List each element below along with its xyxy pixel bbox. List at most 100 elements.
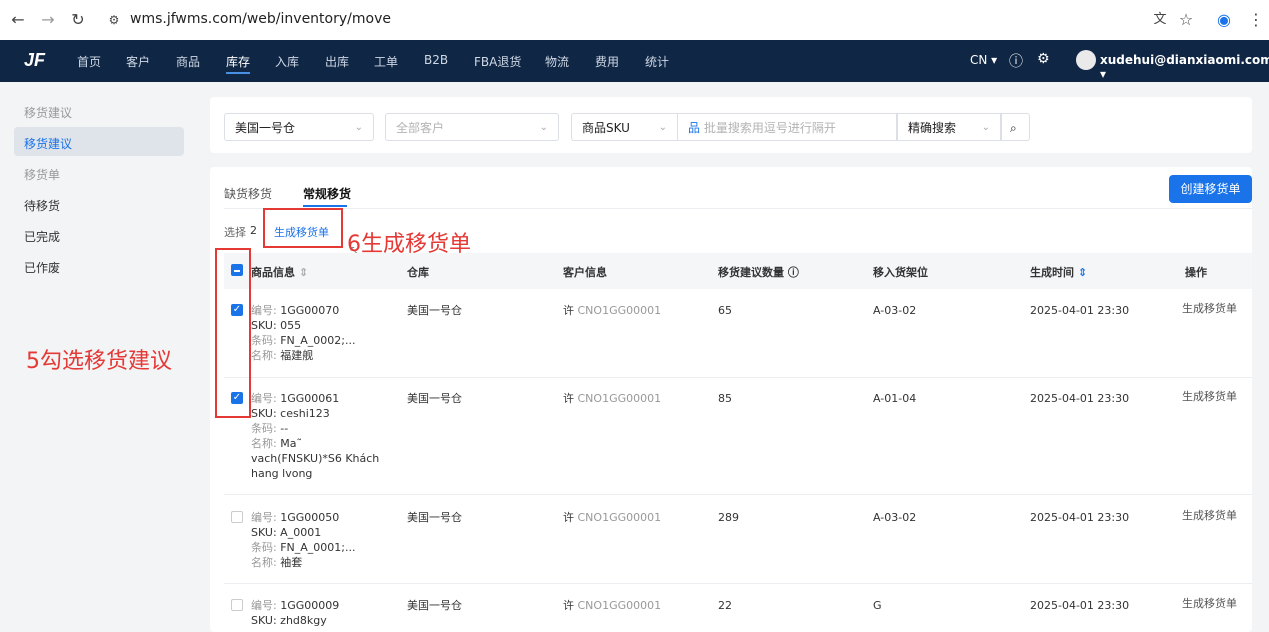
chevron-down-icon: ⌄ — [539, 122, 548, 133]
row-warehouse: 美国一号仓 — [407, 599, 462, 612]
search-field-select[interactable]: 商品SKU ⌄ — [571, 113, 677, 141]
column-product-info[interactable]: 商品信息 ⇕ — [251, 264, 308, 280]
column-warehouse: 仓库 — [407, 266, 429, 279]
customer-select-placeholder: 全部客户 — [396, 121, 445, 135]
bookmark-star-icon[interactable]: ☆ — [1176, 10, 1196, 30]
help-icon[interactable]: ⓘ — [1009, 51, 1023, 71]
row-generate-action[interactable]: 生成移货单 — [1182, 389, 1237, 404]
warehouse-select-value: 美国一号仓 — [235, 121, 296, 135]
table-row-product-info: 编号: 1GG00050 SKU: A_0001 条码: FN_A_0001;.… — [251, 511, 356, 569]
nav-b2b[interactable]: B2B — [424, 53, 448, 67]
create-move-order-button[interactable]: 创建移货单 — [1169, 175, 1252, 203]
chevron-down-icon: ⌄ — [981, 122, 990, 133]
row-customer: 许 CNO1GG00001 — [563, 304, 662, 317]
customer-select[interactable]: 全部客户 ⌄ — [385, 113, 559, 141]
nav-fees[interactable]: 费用 — [595, 53, 619, 70]
chevron-down-icon: ⌄ — [658, 122, 667, 133]
help-icon: ⓘ — [787, 266, 799, 279]
sort-icon: ⇕ — [298, 266, 309, 279]
batch-search-placeholder: 批量搜索用逗号进行隔开 — [703, 121, 836, 135]
column-target-shelf: 移入货架位 — [873, 266, 928, 279]
column-suggested-qty: 移货建议数量 ⓘ — [718, 266, 799, 279]
row-created-time: 2025-04-01 23:30 — [1030, 599, 1130, 612]
sidebar-group-move-orders: 移货单 — [24, 168, 61, 182]
site-info-icon[interactable]: ⚙ — [104, 10, 124, 30]
sidebar-item-move-suggestion[interactable]: 移货建议 — [24, 135, 72, 152]
row-warehouse: 美国一号仓 — [407, 304, 462, 317]
row-suggested-qty: 22 — [718, 599, 732, 612]
row-divider — [224, 494, 1252, 495]
row-target-shelf: A-01-04 — [873, 392, 917, 405]
tab-divider — [224, 208, 1252, 209]
warehouse-select[interactable]: 美国一号仓 ⌄ — [224, 113, 374, 141]
sort-icon: ⇕ — [1077, 266, 1088, 279]
annotation-step5: 5勾选移货建议 — [26, 349, 172, 374]
row-checkbox[interactable] — [231, 511, 243, 523]
nav-fba-returns[interactable]: FBA退货 — [474, 53, 521, 70]
reload-icon[interactable]: ↻ — [68, 10, 88, 30]
column-customer: 客户信息 — [563, 266, 607, 279]
user-menu[interactable]: xudehui@dianxiaomi.com ▾ — [1100, 53, 1269, 81]
column-created-time[interactable]: 生成时间 ⇕ — [1030, 264, 1087, 280]
nav-inventory[interactable]: 库存 — [226, 53, 250, 70]
annotation-box-generate — [263, 208, 343, 248]
sidebar-item-completed[interactable]: 已完成 — [24, 228, 60, 245]
profile-icon[interactable]: ◉ — [1214, 10, 1234, 30]
table-row-product-info: 编号: 1GG00070 SKU: 055 条码: FN_A_0002;... … — [251, 304, 356, 362]
row-generate-action[interactable]: 生成移货单 — [1182, 508, 1237, 523]
table-row-product-info: 编号: 1GG00061 SKU: ceshi123 条码: -- 名称: Ma… — [251, 392, 380, 480]
row-created-time: 2025-04-01 23:30 — [1030, 511, 1130, 524]
row-target-shelf: A-03-02 — [873, 511, 917, 524]
search-icon: ⌕ — [1010, 121, 1017, 135]
row-customer: 许 CNO1GG00001 — [563, 599, 662, 612]
avatar[interactable] — [1076, 50, 1096, 70]
tab-active-indicator — [303, 205, 347, 207]
translate-icon[interactable]: 文 — [1150, 10, 1170, 30]
tab-shortage-move[interactable]: 缺货移货 — [224, 185, 272, 202]
sidebar-item-voided[interactable]: 已作废 — [24, 259, 60, 276]
search-button[interactable]: ⌕ — [1001, 113, 1030, 141]
sidebar-group-move-suggestion: 移货建议 — [24, 106, 73, 120]
settings-gear-icon[interactable]: ⚙ — [1037, 51, 1050, 67]
nav-customers[interactable]: 客户 — [126, 53, 150, 70]
row-checkbox[interactable] — [231, 599, 243, 611]
nav-logistics[interactable]: 物流 — [545, 53, 569, 70]
column-actions: 操作 — [1185, 266, 1207, 279]
nav-home[interactable]: 首页 — [77, 53, 101, 70]
match-mode-select[interactable]: 精确搜索 ⌄ — [897, 113, 1001, 141]
annotation-step6: 6生成移货单 — [347, 232, 471, 257]
annotation-box-checkboxes — [215, 248, 251, 418]
row-generate-action[interactable]: 生成移货单 — [1182, 301, 1237, 316]
row-suggested-qty: 65 — [718, 304, 732, 317]
nav-work-orders[interactable]: 工单 — [374, 53, 398, 70]
selected-label: 选择 — [224, 226, 246, 239]
table-row-product-info: 编号: 1GG00009 SKU: zhd8kgy — [251, 599, 340, 627]
nav-inbound[interactable]: 入库 — [275, 53, 299, 70]
nav-statistics[interactable]: 统计 — [645, 53, 669, 70]
back-arrow-icon[interactable]: ← — [8, 10, 28, 30]
nav-products[interactable]: 商品 — [176, 53, 200, 70]
address-bar[interactable]: wms.jfwms.com/web/inventory/move — [130, 8, 400, 30]
row-suggested-qty: 85 — [718, 392, 732, 405]
selected-count: 2 — [250, 224, 257, 237]
row-warehouse: 美国一号仓 — [407, 392, 462, 405]
tab-regular-move[interactable]: 常规移货 — [303, 185, 351, 202]
search-field-value: 商品SKU — [582, 121, 630, 135]
nav-outbound[interactable]: 出库 — [325, 53, 349, 70]
forward-arrow-icon[interactable]: → — [38, 10, 58, 30]
browser-menu-icon[interactable]: ⋮ — [1246, 10, 1266, 30]
row-customer: 许 CNO1GG00001 — [563, 392, 662, 405]
language-selector[interactable]: CN ▾ — [970, 53, 997, 67]
batch-search-input[interactable]: 品 批量搜索用逗号进行隔开 — [677, 113, 897, 141]
row-target-shelf: G — [873, 599, 882, 612]
row-created-time: 2025-04-01 23:30 — [1030, 304, 1130, 317]
row-generate-action[interactable]: 生成移货单 — [1182, 596, 1237, 611]
row-suggested-qty: 289 — [718, 511, 739, 524]
sidebar-item-pending[interactable]: 待移货 — [24, 197, 60, 214]
row-warehouse: 美国一号仓 — [407, 511, 462, 524]
row-target-shelf: A-03-02 — [873, 304, 917, 317]
nav-active-indicator — [226, 72, 250, 74]
row-customer: 许 CNO1GG00001 — [563, 511, 662, 524]
app-logo[interactable]: JF — [24, 50, 45, 71]
chevron-down-icon: ⌄ — [354, 122, 363, 133]
